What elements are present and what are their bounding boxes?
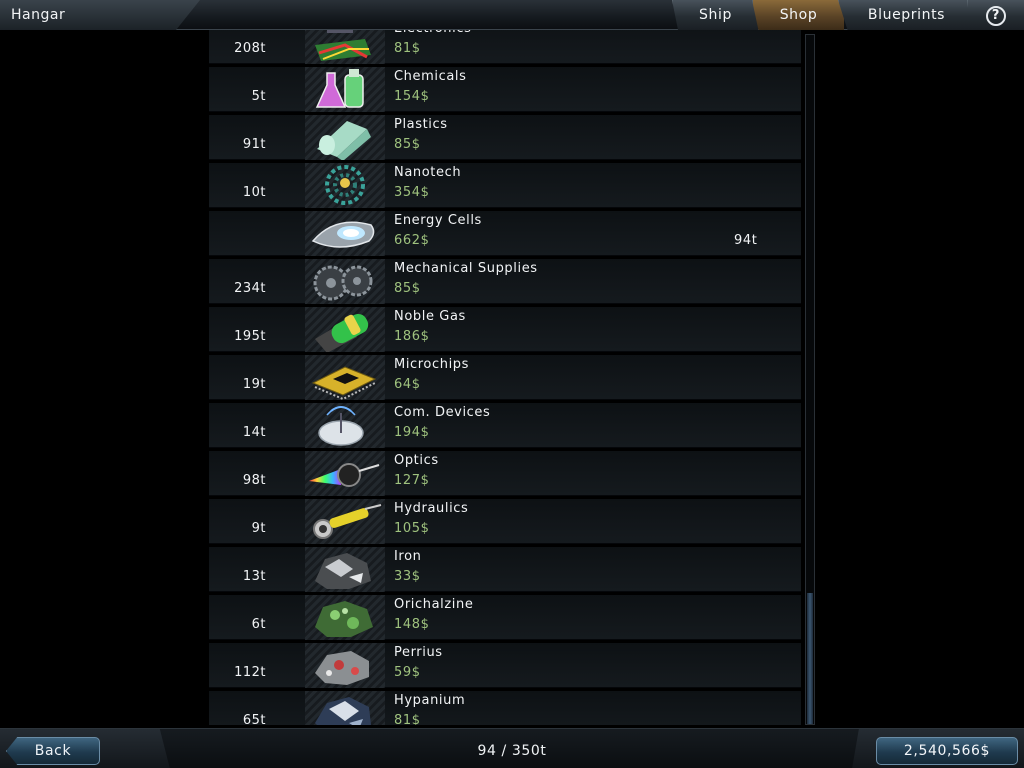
commodity-name: Perrius xyxy=(394,645,443,660)
commodity-price: 354$ xyxy=(394,185,430,200)
commodity-price: 194$ xyxy=(394,425,430,440)
commodity-price: 105$ xyxy=(394,521,430,536)
commodity-list[interactable]: 208t Electronics 81$ 5t Chemicals 154$ 91t Plas… xyxy=(209,30,801,725)
commodity-price: 127$ xyxy=(394,473,430,488)
market-stock: 91t xyxy=(242,137,266,152)
commodity-name: Iron xyxy=(394,549,422,564)
commodity-name: Mechanical Supplies xyxy=(394,261,538,276)
commodity-row[interactable]: 195t Noble Gas 186$ xyxy=(209,307,801,352)
chemicals-icon xyxy=(305,67,385,112)
market-stock: 14t xyxy=(242,425,266,440)
commodity-row[interactable]: 14t Com. Devices 194$ xyxy=(209,403,801,448)
tab-ship[interactable]: Ship xyxy=(672,0,758,30)
commodity-price: 186$ xyxy=(394,329,430,344)
commodity-row[interactable]: 208t Electronics 81$ xyxy=(209,30,801,64)
market-stock: 10t xyxy=(242,185,266,200)
market-stock: 234t xyxy=(234,281,266,296)
commodity-name: Chemicals xyxy=(394,69,467,84)
electronics-icon xyxy=(305,30,385,64)
market-stock: 9t xyxy=(251,521,266,536)
commodity-name: Electronics xyxy=(394,30,471,36)
commodity-row[interactable]: 91t Plastics 85$ xyxy=(209,115,801,160)
market-stock: 5t xyxy=(251,89,266,104)
commodity-name: Orichalzine xyxy=(394,597,474,612)
noble-gas-icon xyxy=(305,307,385,352)
hydraulics-icon xyxy=(305,499,385,544)
energy-cells-icon xyxy=(305,211,385,256)
commodity-price: 154$ xyxy=(394,89,430,104)
commodity-row[interactable]: 6t Orichalzine 148$ xyxy=(209,595,801,640)
mechanical-supplies-icon xyxy=(305,259,385,304)
commodity-price: 59$ xyxy=(394,665,421,680)
nanotech-icon xyxy=(305,163,385,208)
help-icon: ? xyxy=(986,6,1006,26)
plastics-icon xyxy=(305,115,385,160)
help-button[interactable]: ? xyxy=(967,0,1024,30)
market-stock: 112t xyxy=(234,665,266,680)
commodity-price: 81$ xyxy=(394,41,421,56)
bottom-bar: Back 94 / 350t 2,540,566$ xyxy=(0,728,1024,768)
commodity-row[interactable]: 13t Iron 33$ xyxy=(209,547,801,592)
iron-icon xyxy=(305,547,385,592)
commodity-row[interactable]: 65t Hypanium 81$ xyxy=(209,691,801,725)
back-button[interactable]: Back xyxy=(6,737,100,765)
commodity-price: 64$ xyxy=(394,377,421,392)
market-stock: 13t xyxy=(242,569,266,584)
commodity-row[interactable]: 98t Optics 127$ xyxy=(209,451,801,496)
tab-shop[interactable]: Shop xyxy=(752,0,844,30)
tab-blueprints[interactable]: Blueprints xyxy=(838,0,974,30)
credits-display: 2,540,566$ xyxy=(876,737,1018,765)
hypanium-icon xyxy=(305,691,385,725)
commodity-row[interactable]: 112t Perrius 59$ xyxy=(209,643,801,688)
scroll-thumb[interactable] xyxy=(807,593,813,724)
commodity-row[interactable]: 234t Mechanical Supplies 85$ xyxy=(209,259,801,304)
commodity-name: Com. Devices xyxy=(394,405,491,420)
commodity-row[interactable]: Energy Cells 662$ 94t xyxy=(209,211,801,256)
commodity-row[interactable]: 5t Chemicals 154$ xyxy=(209,67,801,112)
commodity-name: Plastics xyxy=(394,117,448,132)
commodity-price: 148$ xyxy=(394,617,430,632)
perrius-icon xyxy=(305,643,385,688)
commodity-name: Noble Gas xyxy=(394,309,466,324)
commodity-price: 85$ xyxy=(394,137,421,152)
commodity-name: Energy Cells xyxy=(394,213,482,228)
list-scrollbar[interactable] xyxy=(805,34,815,725)
com-devices-icon xyxy=(305,403,385,448)
optics-icon xyxy=(305,451,385,496)
commodity-row[interactable]: 9t Hydraulics 105$ xyxy=(209,499,801,544)
commodity-price: 33$ xyxy=(394,569,421,584)
commodity-name: Hypanium xyxy=(394,693,466,708)
commodity-name: Nanotech xyxy=(394,165,462,180)
top-bar: Hangar Ship Shop Blueprints ? xyxy=(0,0,1024,30)
commodity-name: Optics xyxy=(394,453,439,468)
market-stock: 195t xyxy=(234,329,266,344)
market-stock: 19t xyxy=(242,377,266,392)
commodity-row[interactable]: 10t Nanotech 354$ xyxy=(209,163,801,208)
commodity-name: Microchips xyxy=(394,357,470,372)
commodity-row[interactable]: 19t Microchips 64$ xyxy=(209,355,801,400)
orichalzine-icon xyxy=(305,595,385,640)
commodity-price: 81$ xyxy=(394,713,421,725)
market-stock: 208t xyxy=(234,41,266,56)
cargo-amount: 94t xyxy=(734,233,758,248)
cargo-capacity: 94 / 350t xyxy=(477,743,547,759)
market-stock: 65t xyxy=(242,713,266,725)
microchips-icon xyxy=(305,355,385,400)
commodity-price: 662$ xyxy=(394,233,430,248)
market-stock: 98t xyxy=(242,473,266,488)
commodity-name: Hydraulics xyxy=(394,501,469,516)
commodity-price: 85$ xyxy=(394,281,421,296)
market-stock: 6t xyxy=(251,617,266,632)
screen-title: Hangar xyxy=(0,0,200,30)
